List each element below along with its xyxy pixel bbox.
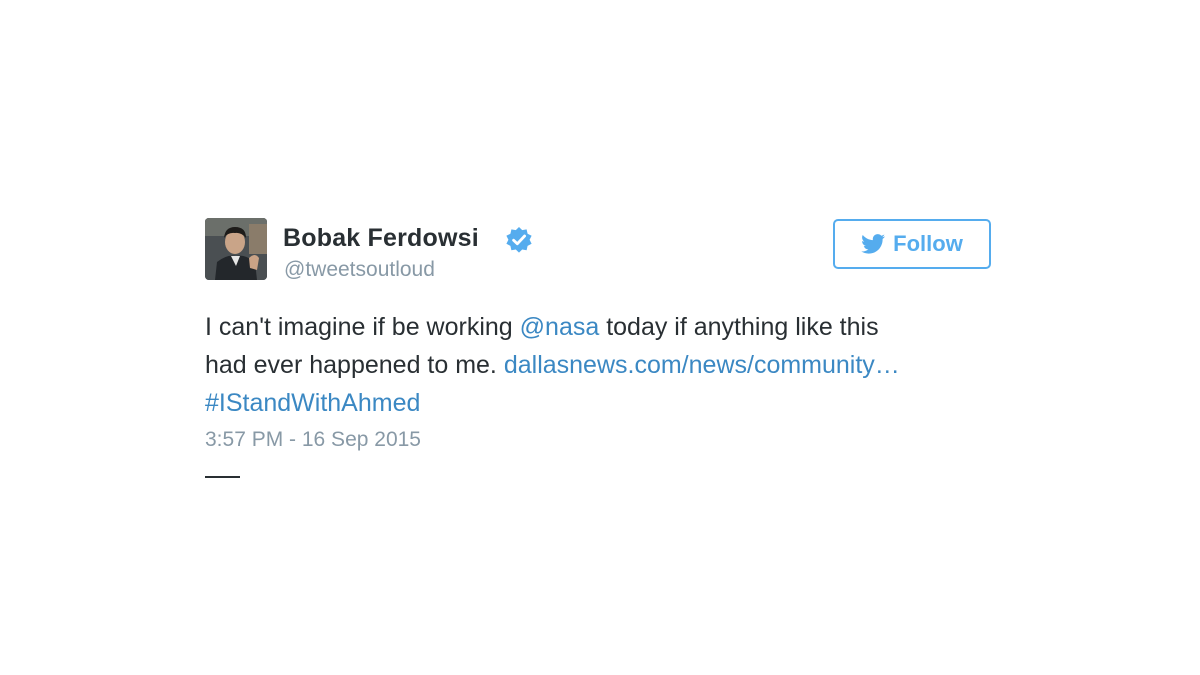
embedded-tweet: Bobak Ferdowsi @tweetsoutloud Follow I c… xyxy=(205,218,997,488)
verified-badge-icon xyxy=(506,227,532,253)
tweet-text-part: today if anything like this xyxy=(599,313,879,341)
twitter-bird-icon xyxy=(861,234,886,254)
tweet-timestamp[interactable]: 3:57 PM - 16 Sep 2015 xyxy=(205,428,421,452)
author-handle[interactable]: @tweetsoutloud xyxy=(284,258,435,282)
tweet-text-line-3: #IStandWithAhmed xyxy=(205,384,997,422)
author-name[interactable]: Bobak Ferdowsi xyxy=(283,224,479,253)
divider xyxy=(205,476,240,478)
follow-button-label: Follow xyxy=(893,231,963,256)
avatar[interactable] xyxy=(205,218,267,280)
tweet-text-line-1: I can't imagine if be working @nasa toda… xyxy=(205,308,997,346)
avatar-photo xyxy=(205,218,267,280)
url-link[interactable]: dallasnews.com/news/community… xyxy=(504,351,900,379)
hashtag-link[interactable]: #IStandWithAhmed xyxy=(205,389,420,417)
page-background: Bobak Ferdowsi @tweetsoutloud Follow I c… xyxy=(0,0,1200,675)
tweet-text-part: I can't imagine if be working xyxy=(205,313,520,341)
tweet-text: I can't imagine if be working @nasa toda… xyxy=(205,308,997,422)
mention-link[interactable]: @nasa xyxy=(520,313,600,341)
tweet-text-part: had ever happened to me. xyxy=(205,351,504,379)
tweet-text-line-2: had ever happened to me. dallasnews.com/… xyxy=(205,346,997,384)
follow-button[interactable]: Follow xyxy=(833,219,991,269)
